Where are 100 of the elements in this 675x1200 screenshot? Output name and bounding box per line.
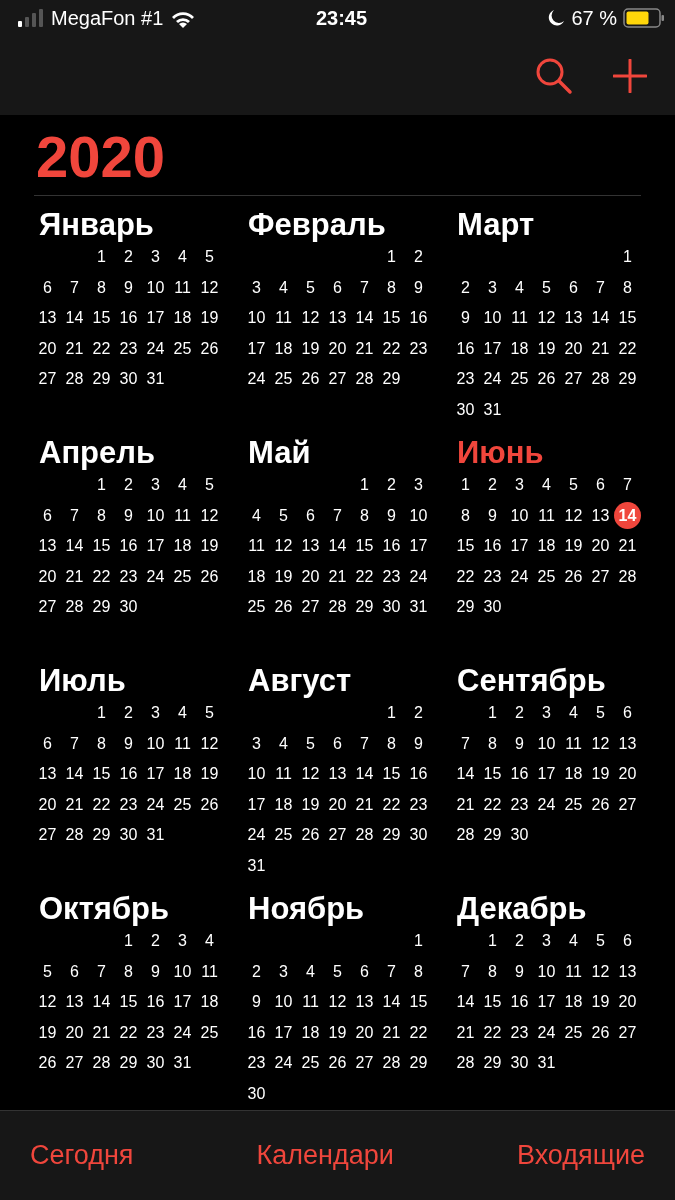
day-number[interactable]: 4 <box>560 699 587 727</box>
day-number[interactable]: 16 <box>506 760 533 788</box>
day-number[interactable]: 12 <box>196 502 223 530</box>
day-number[interactable]: 19 <box>297 791 324 819</box>
day-number[interactable]: 30 <box>378 593 405 621</box>
day-number[interactable]: 22 <box>479 1019 506 1047</box>
day-number[interactable]: 1 <box>614 243 641 271</box>
day-number[interactable]: 23 <box>243 1049 270 1077</box>
day-number[interactable]: 1 <box>479 927 506 955</box>
day-number[interactable]: 10 <box>479 304 506 332</box>
day-number[interactable]: 28 <box>351 821 378 849</box>
day-number[interactable]: 7 <box>324 502 351 530</box>
day-number[interactable]: 24 <box>506 563 533 591</box>
day-number[interactable]: 16 <box>405 304 432 332</box>
day-number[interactable]: 15 <box>378 304 405 332</box>
day-number[interactable]: 29 <box>479 821 506 849</box>
day-number[interactable]: 6 <box>324 274 351 302</box>
month-title[interactable]: Июль <box>34 664 126 698</box>
day-number[interactable]: 11 <box>560 730 587 758</box>
day-number[interactable]: 2 <box>405 699 432 727</box>
day-number[interactable]: 12 <box>297 304 324 332</box>
day-number[interactable]: 4 <box>560 927 587 955</box>
day-number[interactable]: 1 <box>452 471 479 499</box>
day-number[interactable]: 23 <box>405 791 432 819</box>
day-number[interactable]: 30 <box>452 396 479 424</box>
day-number[interactable]: 31 <box>142 365 169 393</box>
day-number[interactable]: 15 <box>452 532 479 560</box>
day-number[interactable]: 29 <box>405 1049 432 1077</box>
day-number[interactable]: 18 <box>270 791 297 819</box>
day-number[interactable]: 25 <box>297 1049 324 1077</box>
day-number[interactable]: 8 <box>452 502 479 530</box>
day-number[interactable]: 13 <box>614 958 641 986</box>
day-number[interactable]: 14 <box>324 532 351 560</box>
day-number[interactable]: 19 <box>324 1019 351 1047</box>
day-number[interactable]: 31 <box>169 1049 196 1077</box>
day-number[interactable]: 18 <box>169 760 196 788</box>
day-number[interactable]: 9 <box>506 730 533 758</box>
day-number[interactable]: 28 <box>61 821 88 849</box>
day-number[interactable]: 30 <box>243 1080 270 1108</box>
day-number[interactable]: 18 <box>196 988 223 1016</box>
day-number[interactable]: 16 <box>142 988 169 1016</box>
day-number[interactable]: 27 <box>614 791 641 819</box>
day-number[interactable]: 20 <box>614 760 641 788</box>
day-number[interactable]: 15 <box>378 760 405 788</box>
add-button[interactable] <box>613 58 647 93</box>
day-number[interactable]: 31 <box>142 821 169 849</box>
day-number[interactable]: 21 <box>452 1019 479 1047</box>
day-number[interactable]: 7 <box>351 274 378 302</box>
day-number[interactable]: 27 <box>351 1049 378 1077</box>
day-number[interactable]: 20 <box>587 532 614 560</box>
day-number[interactable]: 25 <box>506 365 533 393</box>
day-number[interactable]: 22 <box>88 335 115 363</box>
day-number[interactable]: 3 <box>506 471 533 499</box>
day-number[interactable]: 23 <box>378 563 405 591</box>
month-title[interactable]: Январь <box>34 208 154 242</box>
day-number[interactable]: 13 <box>587 502 614 530</box>
day-number[interactable]: 17 <box>270 1019 297 1047</box>
day-number[interactable]: 2 <box>452 274 479 302</box>
day-number[interactable]: 26 <box>587 791 614 819</box>
day-number[interactable]: 17 <box>142 760 169 788</box>
day-number[interactable]: 29 <box>452 593 479 621</box>
day-number[interactable]: 27 <box>324 821 351 849</box>
month-title[interactable]: Декабрь <box>452 892 587 926</box>
day-number[interactable]: 16 <box>115 532 142 560</box>
day-number[interactable]: 8 <box>351 502 378 530</box>
day-number[interactable]: 29 <box>479 1049 506 1077</box>
day-number[interactable]: 1 <box>479 699 506 727</box>
month-title[interactable]: Февраль <box>243 208 386 242</box>
day-number[interactable]: 8 <box>378 274 405 302</box>
day-number[interactable]: 25 <box>560 791 587 819</box>
day-number[interactable]: 6 <box>34 274 61 302</box>
day-number[interactable]: 19 <box>196 304 223 332</box>
day-number[interactable]: 17 <box>142 532 169 560</box>
day-number[interactable]: 4 <box>270 730 297 758</box>
day-number[interactable]: 7 <box>61 502 88 530</box>
day-number[interactable]: 3 <box>479 274 506 302</box>
day-number[interactable]: 11 <box>297 988 324 1016</box>
day-number[interactable]: 21 <box>587 335 614 363</box>
day-number[interactable]: 5 <box>560 471 587 499</box>
day-number[interactable]: 6 <box>351 958 378 986</box>
day-number[interactable]: 7 <box>587 274 614 302</box>
day-number[interactable]: 24 <box>533 1019 560 1047</box>
day-number[interactable]: 25 <box>196 1019 223 1047</box>
tab-bar-item[interactable]: Входящие <box>516 1140 645 1171</box>
day-number[interactable]: 5 <box>196 471 223 499</box>
day-number[interactable]: 27 <box>614 1019 641 1047</box>
day-number[interactable]: 10 <box>169 958 196 986</box>
day-number[interactable]: 18 <box>533 532 560 560</box>
day-number[interactable]: 5 <box>297 730 324 758</box>
day-number[interactable]: 7 <box>452 958 479 986</box>
day-number[interactable]: 14 <box>587 304 614 332</box>
day-number[interactable]: 15 <box>479 760 506 788</box>
day-number[interactable]: 11 <box>169 274 196 302</box>
day-number[interactable]: 2 <box>479 471 506 499</box>
day-number[interactable]: 11 <box>243 532 270 560</box>
day-number[interactable]: 3 <box>533 927 560 955</box>
day-number[interactable]: 12 <box>297 760 324 788</box>
day-number[interactable]: 11 <box>270 760 297 788</box>
day-number[interactable]: 30 <box>506 821 533 849</box>
day-number[interactable]: 26 <box>270 593 297 621</box>
